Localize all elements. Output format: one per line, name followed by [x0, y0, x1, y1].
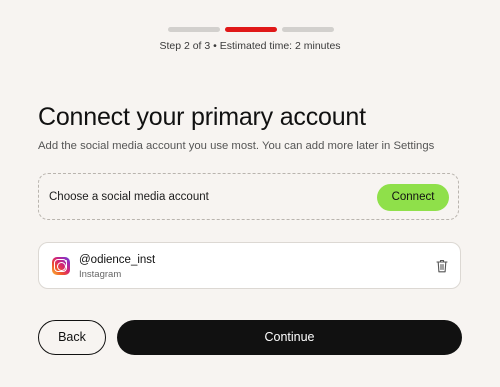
connect-button[interactable]: Connect [377, 184, 449, 211]
connected-account-card: @odience_inst Instagram [38, 242, 461, 289]
account-platform: Instagram [79, 269, 122, 280]
trash-icon[interactable] [436, 259, 448, 273]
step-indicator-text: Step 2 of 3 • Estimated time: 2 minutes [159, 40, 341, 52]
onboarding-page: Step 2 of 3 • Estimated time: 2 minutes … [0, 0, 500, 387]
account-chooser: Choose a social media account Connect [38, 173, 459, 220]
page-subtitle: Add the social media account you use mos… [38, 140, 435, 152]
account-handle: @odience_inst [79, 254, 156, 266]
back-button[interactable]: Back [38, 320, 106, 355]
instagram-icon [52, 257, 70, 275]
page-title: Connect your primary account [38, 103, 366, 131]
progress-bar [168, 27, 334, 32]
chooser-label: Choose a social media account [49, 191, 209, 203]
progress-step-3 [282, 27, 334, 32]
progress-step-1 [168, 27, 220, 32]
progress-step-2 [225, 27, 277, 32]
continue-button[interactable]: Continue [117, 320, 462, 355]
